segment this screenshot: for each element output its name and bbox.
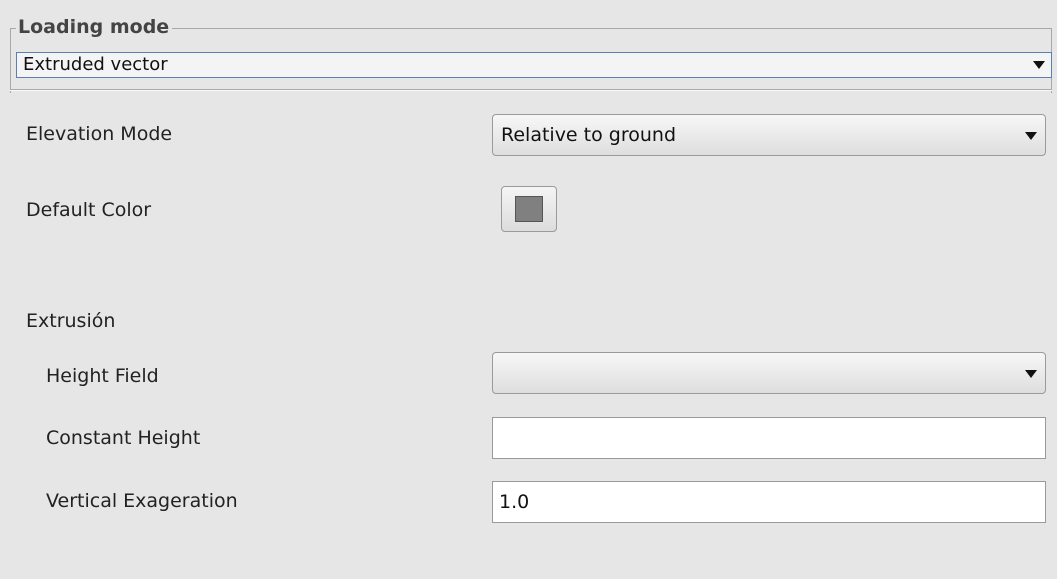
extrusion-section-label: Extrusión bbox=[26, 310, 116, 332]
height-field-label: Height Field bbox=[46, 365, 159, 387]
elevation-mode-value: Relative to ground bbox=[501, 124, 676, 146]
elevation-mode-select[interactable]: Relative to ground bbox=[492, 114, 1046, 156]
height-field-select[interactable] bbox=[492, 352, 1046, 394]
separator bbox=[10, 89, 1052, 91]
vertical-exageration-input[interactable] bbox=[493, 482, 1045, 522]
constant-height-field[interactable] bbox=[492, 417, 1046, 459]
vertical-exageration-label: Vertical Exageration bbox=[46, 490, 238, 512]
chevron-down-icon bbox=[1025, 370, 1037, 378]
vertical-exageration-field[interactable] bbox=[492, 481, 1046, 523]
loading-mode-title: Loading mode bbox=[16, 15, 173, 39]
chevron-down-icon bbox=[1033, 61, 1045, 69]
constant-height-input[interactable] bbox=[493, 418, 1045, 458]
loading-mode-value: Extruded vector bbox=[23, 54, 168, 75]
elevation-mode-label: Elevation Mode bbox=[26, 123, 173, 145]
constant-height-label: Constant Height bbox=[46, 427, 201, 449]
chevron-down-icon bbox=[1025, 132, 1037, 140]
default-color-label: Default Color bbox=[26, 199, 152, 221]
color-swatch bbox=[515, 196, 543, 222]
loading-mode-select[interactable]: Extruded vector bbox=[16, 52, 1052, 78]
default-color-button[interactable] bbox=[501, 186, 557, 232]
